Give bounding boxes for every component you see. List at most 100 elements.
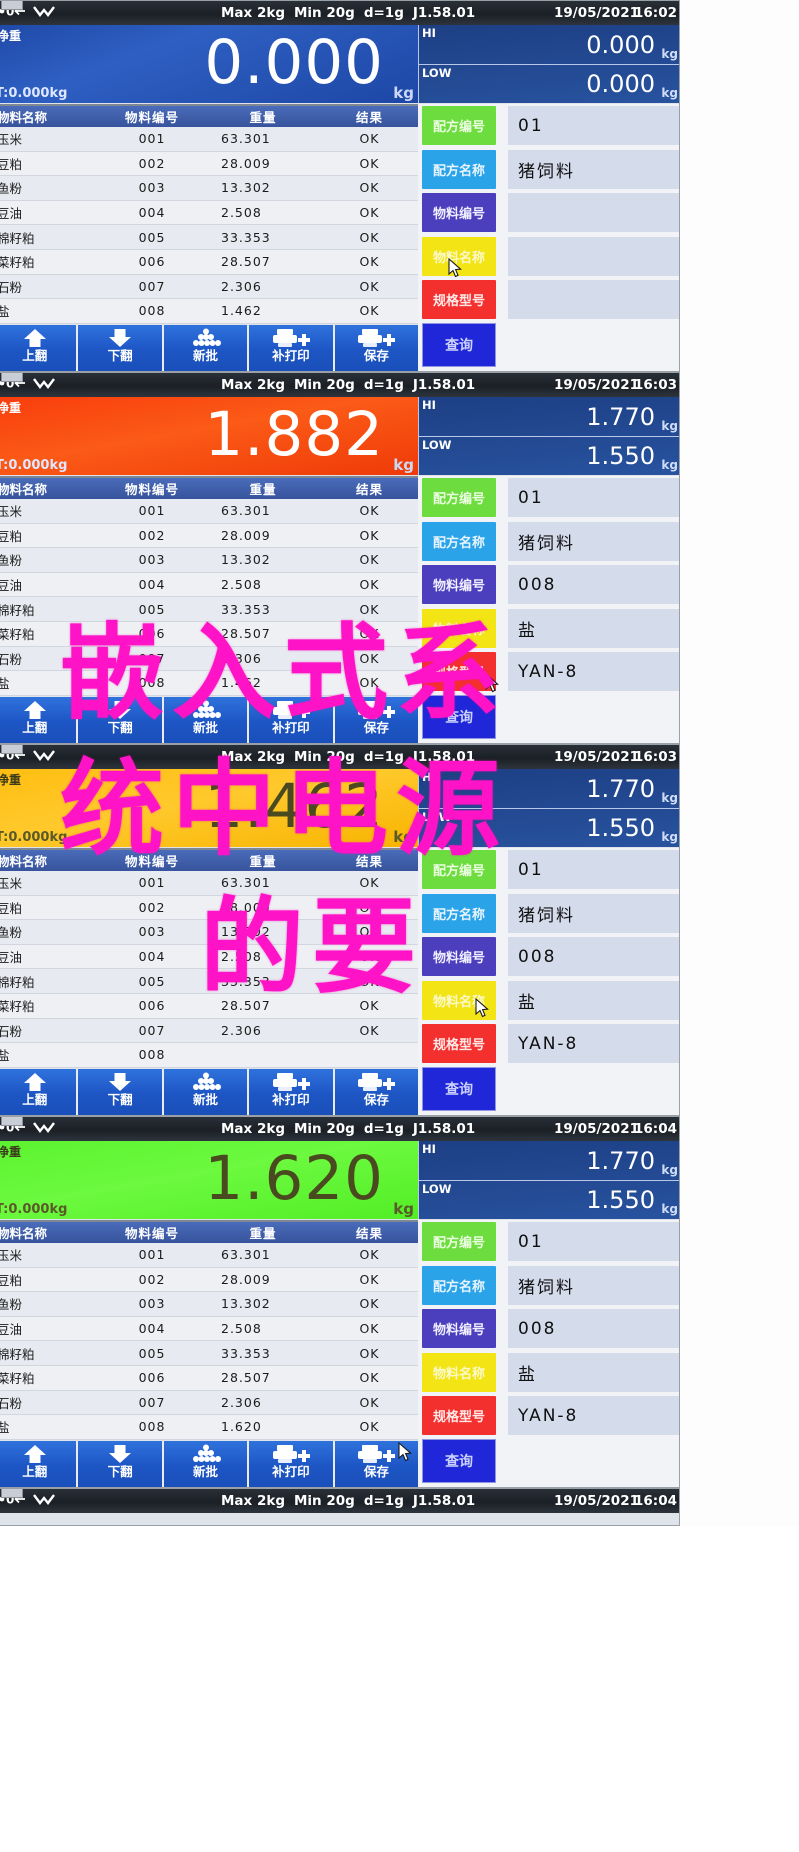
table-row[interactable]: 鱼粉 003 13.302 OK (0, 548, 418, 573)
table-row[interactable]: 豆油 004 2.508 OK (0, 1316, 418, 1342)
formula-code-button[interactable]: 配方编号 (422, 850, 496, 890)
table-row[interactable]: 石粉 007 2.306 OK (0, 274, 418, 300)
save-button[interactable]: 保存 (334, 697, 419, 743)
table-row[interactable]: 豆粕 002 28.009 OK (0, 151, 418, 177)
save-button[interactable]: 保存 (334, 1441, 419, 1487)
table-row[interactable]: 豆油 004 2.508 OK (0, 572, 418, 598)
table-row[interactable]: 玉米 001 63.301 OK (0, 871, 418, 896)
spec-model-button[interactable]: 规格型号 (422, 1024, 496, 1064)
table-row[interactable]: 玉米 001 63.301 OK (0, 1243, 418, 1268)
material-code-value[interactable] (508, 193, 679, 233)
query-button[interactable]: 查询 (422, 1067, 496, 1111)
page-up-button[interactable]: 上翻 (0, 1441, 77, 1487)
spec-model-value[interactable]: YAN-8 (508, 652, 679, 692)
formula-code-button[interactable]: 配方编号 (422, 106, 496, 146)
table-row[interactable]: 石粉 007 2.306 OK (0, 1390, 418, 1416)
table-row[interactable]: 石粉 007 2.306 OK (0, 646, 418, 672)
table-row[interactable]: 豆粕 002 28.009 OK (0, 895, 418, 921)
table-row[interactable]: 盐 008 (0, 1043, 418, 1068)
table-row[interactable]: 菜籽粕 006 28.507 OK (0, 1365, 418, 1391)
formula-code-button[interactable]: 配方编号 (422, 1222, 496, 1262)
new-batch-button[interactable]: 新批 (163, 1441, 248, 1487)
material-code-value[interactable]: 008 (508, 937, 679, 977)
spec-model-value[interactable] (508, 280, 679, 320)
material-name-button[interactable]: 物料名称 (422, 608, 496, 648)
material-code-button[interactable]: 物料编号 (422, 1309, 496, 1349)
table-row[interactable]: 豆油 004 2.508 OK (0, 200, 418, 226)
page-up-button[interactable]: 上翻 (0, 1069, 77, 1115)
query-button[interactable]: 查询 (422, 323, 496, 367)
formula-name-button[interactable]: 配方名称 (422, 1265, 496, 1305)
reprint-button[interactable]: 补打印 (249, 1069, 333, 1115)
material-name-button[interactable]: 物料名称 (422, 980, 496, 1020)
material-name-value[interactable] (508, 236, 679, 276)
formula-code-button[interactable]: 配方编号 (422, 478, 496, 518)
material-code-value[interactable]: 008 (508, 565, 679, 605)
material-name-row: 物料名称盐 (418, 1351, 679, 1395)
reprint-button[interactable]: 补打印 (249, 697, 333, 743)
query-button[interactable]: 查询 (422, 1439, 496, 1483)
table-row[interactable]: 棉籽粕 005 33.353 OK (0, 1341, 418, 1366)
material-code-button[interactable]: 物料编号 (422, 937, 496, 977)
formula-name-value[interactable]: 猪饲料 (508, 149, 679, 189)
material-name-button[interactable]: 物料名称 (422, 1352, 496, 1392)
page-down-button[interactable]: 下翻 (78, 1069, 162, 1115)
reprint-button[interactable]: 补打印 (249, 1441, 333, 1487)
spec-model-value[interactable]: YAN-8 (508, 1024, 679, 1064)
table-row[interactable]: 棉籽粕 005 33.353 OK (0, 225, 418, 250)
page-down-button[interactable]: 下翻 (78, 1441, 162, 1487)
new-batch-button[interactable]: 新批 (163, 1069, 248, 1115)
formula-name-button[interactable]: 配方名称 (422, 521, 496, 561)
table-row[interactable]: 棉籽粕 005 33.353 OK (0, 597, 418, 622)
formula-code-value[interactable]: 01 (508, 478, 679, 518)
table-row[interactable]: 盐 008 1.462 OK (0, 671, 418, 696)
table-row[interactable]: 玉米 001 63.301 OK (0, 127, 418, 152)
table-row[interactable]: 菜籽粕 006 28.507 OK (0, 993, 418, 1019)
material-code-button[interactable]: 物料编号 (422, 565, 496, 605)
save-button[interactable]: 保存 (334, 325, 419, 371)
page-down-button[interactable]: 下翻 (78, 325, 162, 371)
table-row[interactable]: 石粉 007 2.306 OK (0, 1018, 418, 1044)
net-weight-label: 净重 (0, 401, 22, 415)
query-button[interactable]: 查询 (422, 695, 496, 739)
material-name-button[interactable]: 物料名称 (422, 236, 496, 276)
spec-model-value[interactable]: YAN-8 (508, 1396, 679, 1436)
table-row[interactable]: 盐 008 1.462 OK (0, 299, 418, 324)
table-row[interactable]: 豆粕 002 28.009 OK (0, 1267, 418, 1293)
table-row[interactable]: 棉籽粕 005 33.353 OK (0, 969, 418, 994)
terminal-screen: 0 Max 2kg Min 20g d=1g J1.58.01 19/05/2021 16:… (0, 372, 680, 744)
page-up-button[interactable]: 上翻 (0, 697, 77, 743)
material-name-value[interactable]: 盐 (508, 608, 679, 648)
table-row[interactable]: 玉米 001 63.301 OK (0, 499, 418, 524)
table-row[interactable]: 鱼粉 003 13.302 OK (0, 920, 418, 945)
formula-code-value[interactable]: 01 (508, 106, 679, 146)
table-row[interactable]: 菜籽粕 006 28.507 OK (0, 621, 418, 647)
spec-model-button[interactable]: 规格型号 (422, 652, 496, 692)
table-row[interactable]: 盐 008 1.620 OK (0, 1415, 418, 1440)
formula-name-value[interactable]: 猪饲料 (508, 1265, 679, 1305)
formula-name-value[interactable]: 猪饲料 (508, 521, 679, 561)
formula-name-button[interactable]: 配方名称 (422, 149, 496, 189)
material-code-button[interactable]: 物料编号 (422, 193, 496, 233)
material-name-value[interactable]: 盐 (508, 980, 679, 1020)
table-row[interactable]: 鱼粉 003 13.302 OK (0, 1292, 418, 1317)
reprint-button[interactable]: 补打印 (249, 325, 333, 371)
page-up-button[interactable]: 上翻 (0, 325, 77, 371)
spec-model-button[interactable]: 规格型号 (422, 1396, 496, 1436)
new-batch-button[interactable]: 新批 (163, 697, 248, 743)
table-row[interactable]: 豆粕 002 28.009 OK (0, 523, 418, 549)
material-name-value[interactable]: 盐 (508, 1352, 679, 1392)
formula-name-value[interactable]: 猪饲料 (508, 893, 679, 933)
cell-weight: 13.302 (221, 552, 271, 568)
page-down-button[interactable]: 下翻 (78, 697, 162, 743)
new-batch-button[interactable]: 新批 (163, 325, 248, 371)
table-row[interactable]: 菜籽粕 006 28.507 OK (0, 249, 418, 275)
formula-name-button[interactable]: 配方名称 (422, 893, 496, 933)
formula-code-value[interactable]: 01 (508, 850, 679, 890)
formula-code-value[interactable]: 01 (508, 1222, 679, 1262)
material-code-value[interactable]: 008 (508, 1309, 679, 1349)
table-row[interactable]: 豆油 004 2.508 OK (0, 944, 418, 970)
spec-model-button[interactable]: 规格型号 (422, 280, 496, 320)
save-button[interactable]: 保存 (334, 1069, 419, 1115)
table-row[interactable]: 鱼粉 003 13.302 OK (0, 176, 418, 201)
